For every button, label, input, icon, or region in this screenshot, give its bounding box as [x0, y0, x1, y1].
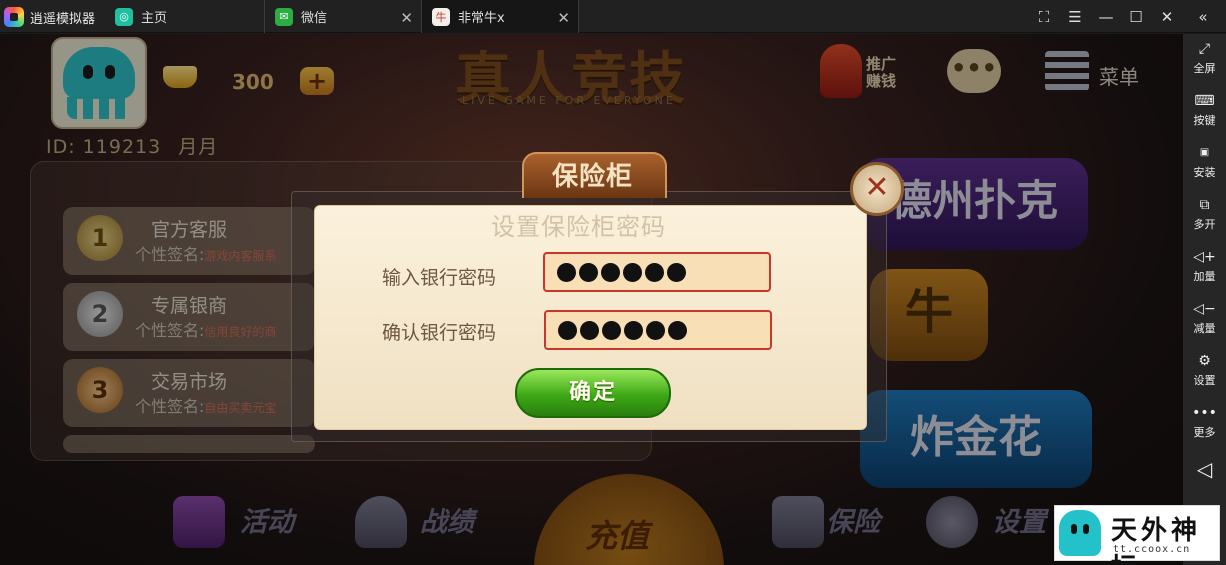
hamburger-menu-icon[interactable]: ☰ [1065, 7, 1085, 27]
sidebar-item-label: 加量 [1193, 270, 1216, 283]
watermark-title: 天外神坛 [1111, 516, 1202, 565]
watermark-url: tt.ccoox.cn [1113, 544, 1191, 555]
tab-game-close-icon[interactable]: ✕ [557, 9, 570, 27]
password-mask-dot [601, 262, 620, 282]
sidebar-item-keymap[interactable]: ⌨ 按键 [1183, 90, 1226, 136]
safe-dialog-tab-label: 保险柜 [552, 162, 634, 192]
password-label: 输入银行密码 [382, 267, 497, 289]
tab-home-label: 主页 [141, 11, 168, 26]
confirm-button[interactable]: 确定 [515, 368, 671, 418]
sidebar-item-volume-up[interactable]: ◁+ 加量 [1183, 246, 1226, 292]
apk-icon: ▣ [1199, 147, 1210, 158]
sidebar-item-label: 多开 [1193, 218, 1216, 231]
home-icon: ◎ [115, 7, 133, 26]
sidebar-item-label: 减量 [1193, 322, 1216, 335]
multi-open-icon: ⧉ [1199, 197, 1210, 213]
password-mask-dot [580, 320, 599, 340]
tab-wechat-label: 微信 [301, 11, 328, 26]
sidebar-item-volume-down[interactable]: ◁− 减量 [1183, 298, 1226, 344]
more-icon: ••• [1192, 405, 1217, 421]
tab-game-label: 非常牛x [458, 11, 505, 26]
watermark: 天外神坛 tt.ccoox.cn [1054, 505, 1220, 565]
maximize-icon[interactable]: ☐ [1126, 7, 1146, 27]
password-mask-dot [602, 320, 621, 340]
back-button[interactable]: ◁ [1183, 458, 1226, 504]
sidebar-item-label: 全屏 [1193, 62, 1216, 75]
password-mask-dot [579, 262, 598, 282]
sidebar-item-fullscreen[interactable]: ⤢ 全屏 [1183, 38, 1226, 84]
password-mask-dot [558, 320, 577, 340]
collapse-sidebar-icon[interactable]: « [1193, 7, 1213, 27]
sidebar-item-label: 安装 [1193, 166, 1216, 179]
password-input[interactable] [543, 252, 771, 292]
tab-home[interactable]: ◎ 主页 [105, 0, 263, 33]
keyboard-icon: ⌨ [1194, 93, 1215, 109]
game-app-icon: 牛 [432, 7, 450, 26]
password-mask-dot [646, 320, 665, 340]
title-bar: 逍遥模拟器 ◎ 主页 ✉ 微信 ✕ 牛 非常牛x ✕ ⛶ ☰ — ☐ ✕ « [0, 0, 1226, 33]
app-logo-icon [4, 7, 24, 27]
password-mask-dot [557, 262, 576, 282]
wechat-icon: ✉ [275, 7, 293, 26]
sidebar-item-label: 设置 [1193, 374, 1216, 387]
sidebar-item-multi[interactable]: ⧉ 多开 [1183, 194, 1226, 240]
volume-up-icon: ◁+ [1193, 249, 1216, 265]
minimize-icon[interactable]: — [1096, 7, 1116, 27]
close-window-icon[interactable]: ✕ [1157, 7, 1177, 27]
confirm-password-label: 确认银行密码 [382, 322, 497, 344]
back-icon: ◁ [1196, 457, 1213, 481]
password-mask-dot [645, 262, 664, 282]
sidebar-item-label: 按键 [1193, 114, 1216, 127]
volume-down-icon: ◁− [1193, 301, 1216, 317]
sidebar-item-more[interactable]: ••• 更多 [1183, 402, 1226, 448]
watermark-logo-icon [1059, 510, 1101, 556]
confirm-password-input[interactable] [544, 310, 772, 350]
tab-wechat[interactable]: ✉ 微信 ✕ [264, 0, 421, 33]
app-name: 逍遥模拟器 [30, 11, 96, 27]
sidebar-item-install[interactable]: ▣ 安装 [1183, 142, 1226, 188]
dialog-title: 设置保险柜密码 [491, 213, 666, 241]
screenshot-icon[interactable]: ⛶ [1034, 7, 1054, 27]
sidebar-item-settings[interactable]: ⚙ 设置 [1183, 350, 1226, 396]
sidebar-item-label: 更多 [1193, 426, 1216, 439]
emulator-sidebar: ⤢ 全屏 ⌨ 按键 ▣ 安装 ⧉ 多开 ◁+ 加量 ◁− 减量 ⚙ 设置 •••… [1183, 34, 1226, 565]
tab-wechat-close-icon[interactable]: ✕ [400, 9, 413, 27]
password-mask-dot [623, 262, 642, 282]
fullscreen-icon: ⤢ [1198, 41, 1211, 57]
close-dialog-button[interactable]: ✕ [850, 162, 904, 216]
password-mask-dot [624, 320, 643, 340]
password-mask-dot [668, 320, 687, 340]
password-mask-dot [667, 262, 686, 282]
app-brand: 逍遥模拟器 [4, 6, 95, 28]
tab-game[interactable]: 牛 非常牛x ✕ [421, 0, 579, 33]
gear-icon: ⚙ [1198, 353, 1211, 369]
